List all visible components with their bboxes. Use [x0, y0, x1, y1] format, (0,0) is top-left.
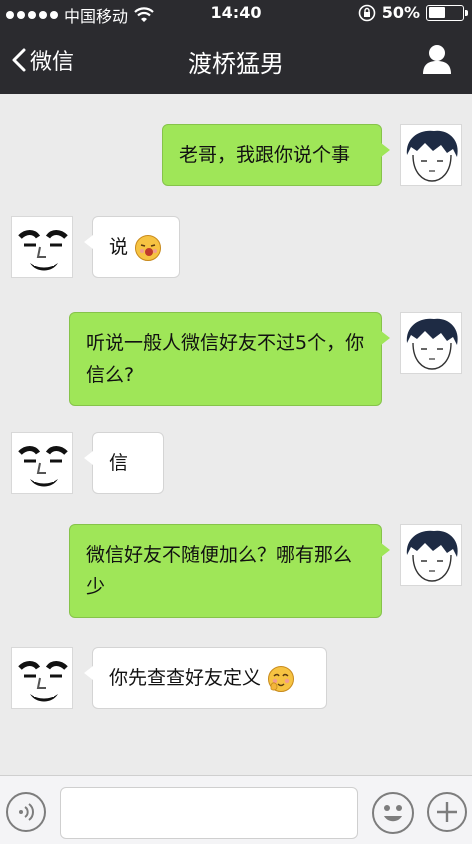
outgoing-bubble[interactable]: 老哥，我跟你说个事 [162, 124, 390, 186]
cartoon-boy-avatar-icon [401, 313, 461, 373]
smiley-icon [384, 805, 402, 822]
meme-face-avatar-icon [12, 648, 72, 708]
status-bar: 中国移动 14:40 50% [0, 0, 472, 28]
my-avatar[interactable] [400, 124, 462, 186]
person-icon[interactable] [420, 42, 454, 76]
message-row: 你先查查好友定义 [0, 647, 472, 713]
outgoing-bubble[interactable]: 听说一般人微信好友不过5个，你信么? [69, 312, 390, 406]
message-row: 微信好友不随便加么？哪有那么少 [0, 524, 472, 618]
more-button[interactable] [427, 792, 467, 832]
cartoon-boy-avatar-icon [401, 125, 461, 185]
meme-face-avatar-icon [12, 433, 72, 493]
incoming-bubble[interactable]: 信 [84, 432, 164, 494]
message-text: 你先查查好友定义 [109, 667, 262, 689]
header: 中国移动 14:40 50% 微信 渡桥猛男 [0, 0, 472, 94]
chat-area[interactable]: 老哥，我跟你说个事 说 听说一般人微信好友不过5个，你信么? 信 微信好友不随便… [0, 94, 472, 775]
cartoon-boy-avatar-icon [401, 525, 461, 585]
plus-icon [437, 802, 457, 822]
laughing-emoji-icon [135, 234, 162, 261]
meme-face-avatar-icon [12, 217, 72, 277]
message-input[interactable] [60, 787, 358, 839]
outgoing-bubble[interactable]: 微信好友不随便加么？哪有那么少 [69, 524, 390, 618]
incoming-bubble[interactable]: 你先查查好友定义 [84, 647, 327, 709]
voice-icon [19, 803, 34, 821]
battery-percent: 50% [381, 3, 420, 22]
message-row: 老哥，我跟你说个事 [0, 124, 472, 188]
message-row: 听说一般人微信好友不过5个，你信么? [0, 312, 472, 406]
message-text: 老哥，我跟你说个事 [179, 144, 351, 166]
message-text: 听说一般人微信好友不过5个，你信么? [86, 332, 365, 386]
message-text: 微信好友不随便加么？哪有那么少 [86, 544, 353, 598]
emoji-button[interactable] [372, 792, 414, 834]
my-avatar[interactable] [400, 312, 462, 374]
contact-avatar[interactable] [11, 432, 73, 494]
message-text: 信 [109, 452, 129, 474]
battery-icon [426, 4, 468, 21]
contact-avatar[interactable] [11, 647, 73, 709]
chat-title: 渡桥猛男 [188, 50, 284, 78]
message-row: 说 [0, 216, 472, 282]
orientation-lock-icon [358, 4, 376, 21]
blushing-emoji-icon [268, 665, 295, 692]
incoming-bubble[interactable]: 说 [84, 216, 180, 278]
input-bar [0, 775, 472, 844]
message-row: 信 [0, 432, 472, 498]
contact-avatar[interactable] [11, 216, 73, 278]
my-avatar[interactable] [400, 524, 462, 586]
nav-bar: 微信 渡桥猛男 [0, 28, 472, 94]
status-right: 50% [358, 3, 468, 22]
message-text: 说 [109, 236, 129, 258]
voice-button[interactable] [6, 792, 46, 832]
